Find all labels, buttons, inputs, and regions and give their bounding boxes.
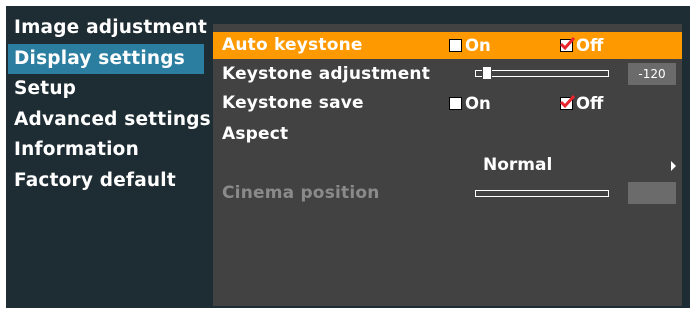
auto-keystone-row[interactable]: Auto keystone On Off: [213, 32, 682, 59]
checkbox-unchecked-icon: [449, 97, 462, 110]
settings-panel: Auto keystone On Off Keystone adjustment…: [213, 24, 682, 306]
sidebar-item-advanced-settings[interactable]: Advanced settings: [8, 105, 211, 136]
auto-keystone-on-option[interactable]: On: [449, 32, 491, 59]
sidebar-item-information[interactable]: Information: [8, 135, 204, 166]
red-checkmark-icon: [560, 94, 575, 110]
cinema-position-row: Cinema position: [213, 180, 682, 207]
keystone-save-label: Keystone save: [222, 93, 364, 113]
sidebar-menu: Image adjustment Display settings Setup …: [8, 13, 211, 197]
keystone-adjustment-row[interactable]: Keystone adjustment -120: [213, 61, 682, 88]
keystone-save-on-option[interactable]: On: [449, 90, 491, 117]
keystone-save-row[interactable]: Keystone save On Off: [213, 90, 682, 117]
keystone-adjustment-label: Keystone adjustment: [222, 64, 431, 84]
auto-keystone-label: Auto keystone: [222, 35, 363, 55]
sidebar-item-image-adjustment[interactable]: Image adjustment: [8, 13, 207, 44]
aspect-value: Normal: [483, 155, 553, 175]
keystone-slider[interactable]: [475, 70, 609, 77]
keystone-slider-thumb[interactable]: [482, 66, 492, 80]
auto-keystone-on-label: On: [465, 36, 491, 55]
cinema-position-slider: [475, 190, 609, 197]
keystone-save-off-label: Off: [576, 94, 604, 113]
sidebar-item-display-settings[interactable]: Display settings: [8, 43, 204, 75]
cinema-position-value: [628, 182, 676, 204]
sidebar-item-setup[interactable]: Setup: [8, 74, 204, 105]
cinema-position-label: Cinema position: [222, 183, 380, 203]
auto-keystone-off-option[interactable]: Off: [560, 32, 603, 59]
keystone-save-off-option[interactable]: Off: [560, 90, 603, 117]
checkbox-unchecked-icon: [449, 39, 462, 52]
aspect-value-row[interactable]: Normal: [213, 152, 682, 179]
auto-keystone-off-label: Off: [576, 36, 604, 55]
keystone-value: -120: [628, 63, 676, 85]
keystone-save-on-label: On: [465, 94, 491, 113]
triangle-right-icon[interactable]: [671, 161, 676, 171]
aspect-label: Aspect: [222, 124, 289, 144]
aspect-row[interactable]: Aspect: [213, 121, 682, 148]
sidebar-item-factory-default[interactable]: Factory default: [8, 166, 204, 197]
red-checkmark-icon: [560, 36, 575, 52]
